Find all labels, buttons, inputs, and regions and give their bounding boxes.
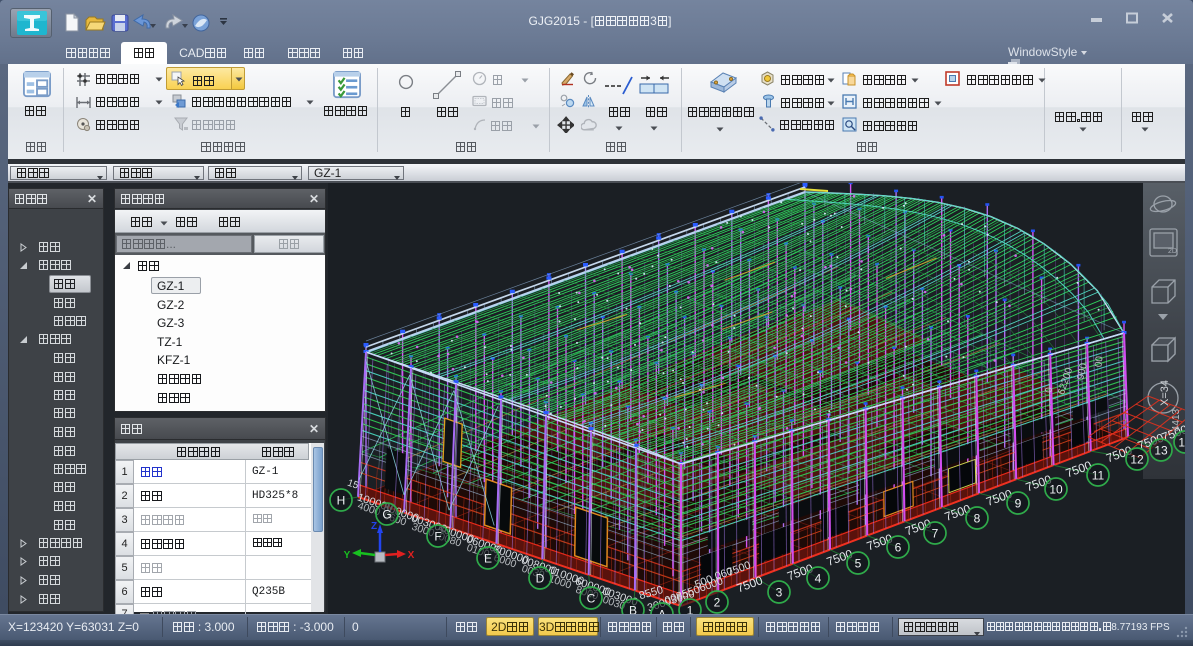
svg-text:7: 7 [932,527,939,541]
svg-text:G: G [382,508,391,522]
svg-text:E: E [484,552,492,566]
svg-text:X: X [408,550,415,561]
svg-text:2D: 2D [1168,248,1177,255]
svg-text:9: 9 [1015,497,1022,511]
svg-text:0: 0 [1044,387,1055,393]
svg-text:14: 14 [1178,436,1185,450]
svg-text:1: 1 [687,604,694,615]
svg-text:D: D [536,572,545,586]
svg-text:00: 00 [1093,355,1105,368]
svg-text:4: 4 [815,572,822,586]
svg-text:Z: Z [371,521,377,532]
svg-text:4413: 4413 [1171,408,1182,431]
svg-text:3: 3 [776,586,783,600]
svg-text:F: F [434,530,441,544]
svg-text:5: 5 [855,557,862,571]
svg-text:12: 12 [1130,453,1144,467]
svg-text:10: 10 [1049,483,1063,497]
svg-text:2: 2 [714,596,721,610]
svg-text:C: C [587,592,596,606]
svg-text:B: B [629,604,637,615]
svg-text:H: H [337,494,346,508]
svg-text:8: 8 [974,512,981,526]
svg-text:11: 11 [1092,469,1105,483]
svg-text:X=34: X=34 [1159,380,1171,406]
svg-text:6: 6 [895,541,902,555]
svg-text:13: 13 [1154,444,1168,458]
svg-text:Y: Y [344,550,351,561]
